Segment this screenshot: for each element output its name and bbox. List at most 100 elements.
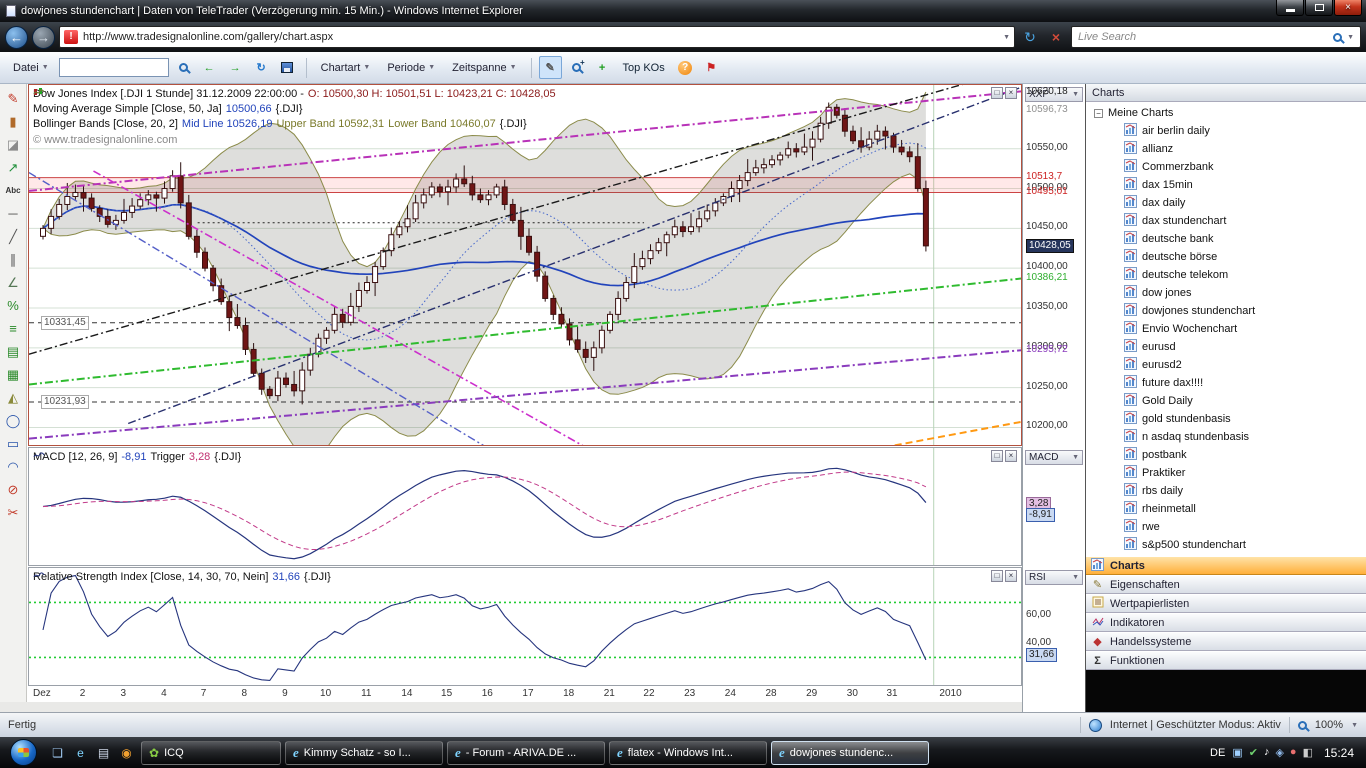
- arc-tool-icon[interactable]: ◠: [1, 455, 25, 478]
- tray-power-icon[interactable]: ◧: [1303, 746, 1313, 759]
- price-panel[interactable]: Dow Jones Index [.DJI 1 Stunde] 31.12.20…: [28, 84, 1022, 446]
- rectangle-tool-icon[interactable]: ▭: [1, 432, 25, 455]
- sidebar-item-deutsche-telekom[interactable]: deutsche telekom: [1086, 266, 1366, 284]
- fib-retracement-tool-icon[interactable]: %: [1, 294, 25, 317]
- zoom-tool-icon[interactable]: +: [565, 56, 588, 79]
- sidebar-item-dax-15min[interactable]: dax 15min: [1086, 176, 1366, 194]
- forward-button[interactable]: →: [32, 26, 55, 49]
- panel-restore-button[interactable]: □: [991, 450, 1003, 462]
- zoom-level[interactable]: 100%: [1315, 719, 1343, 731]
- panel-close-button[interactable]: ×: [1005, 87, 1017, 99]
- language-indicator[interactable]: DE: [1210, 747, 1225, 759]
- sidebar-section-handelssysteme[interactable]: ◆Handelssysteme: [1086, 632, 1366, 651]
- panel-close-button[interactable]: ×: [1005, 570, 1017, 582]
- sidebar-item-dax-daily[interactable]: dax daily: [1086, 194, 1366, 212]
- sidebar-section-charts[interactable]: Charts: [1086, 556, 1366, 575]
- address-dropdown-icon[interactable]: ▼: [1003, 34, 1010, 41]
- sidebar-section-funktionen[interactable]: ΣFunktionen: [1086, 651, 1366, 670]
- sidebar-item-rwe[interactable]: rwe: [1086, 518, 1366, 536]
- arrow-tool-icon[interactable]: ↗: [1, 156, 25, 179]
- sidebar-item-dax-stundenchart[interactable]: dax stundenchart: [1086, 212, 1366, 230]
- refresh-button[interactable]: ↻: [1019, 26, 1041, 48]
- taskbar-window-forum-ariva-de[interactable]: e- Forum - ARIVA.DE ...: [447, 741, 605, 765]
- forbidden-tool-icon[interactable]: ⊘: [1, 478, 25, 501]
- sidebar-item-deutsche-bank[interactable]: deutsche bank: [1086, 230, 1366, 248]
- sidebar-item-allianz[interactable]: allianz: [1086, 140, 1366, 158]
- horizontal-line-tool-icon[interactable]: ─: [1, 202, 25, 225]
- start-button[interactable]: [10, 739, 37, 766]
- bars-tool-icon[interactable]: ▤: [1, 340, 25, 363]
- close-button[interactable]: ×: [1334, 0, 1362, 16]
- macd-panel[interactable]: MACD [12, 26, 9] -8,91 Trigger 3,28 {.DJ…: [28, 447, 1022, 566]
- panel-restore-button[interactable]: □: [991, 570, 1003, 582]
- tray-volume-icon[interactable]: ♪: [1264, 746, 1270, 759]
- rsi-chart-svg[interactable]: [29, 568, 1021, 685]
- help-icon[interactable]: ?: [674, 56, 697, 79]
- toolbar-symbol-input[interactable]: [59, 58, 169, 77]
- channel-tool-icon[interactable]: ∥: [1, 248, 25, 271]
- tray-network-icon[interactable]: ◈: [1275, 746, 1283, 759]
- sidebar-item-dowjones-stundenchart[interactable]: dowjones stundenchart: [1086, 302, 1366, 320]
- quicklaunch-desktop-icon[interactable]: ▤: [93, 742, 114, 763]
- sidebar-item-rheinmetall[interactable]: rheinmetall: [1086, 500, 1366, 518]
- angle-tool-icon[interactable]: ∠: [1, 271, 25, 294]
- search-icon[interactable]: [1333, 33, 1342, 42]
- rsi-axis-dropdown[interactable]: RSI▼: [1025, 570, 1083, 585]
- tray-display-icon[interactable]: ▣: [1232, 746, 1242, 759]
- marker-tool-icon[interactable]: ▮: [1, 110, 25, 133]
- sidebar-item-envio-wochenchart[interactable]: Envio Wochenchart: [1086, 320, 1366, 338]
- pencil-tool-icon[interactable]: ✎: [1, 87, 25, 110]
- sidebar-section-eigenschaften[interactable]: ✎Eigenschaften: [1086, 575, 1366, 594]
- live-search-box[interactable]: Live Search ▼: [1071, 26, 1361, 48]
- sidebar-item-postbank[interactable]: postbank: [1086, 446, 1366, 464]
- rsi-panel[interactable]: Relative Strength Index [Close, 14, 30, …: [28, 567, 1022, 686]
- search-dropdown-icon[interactable]: ▼: [1347, 34, 1354, 41]
- maximize-button[interactable]: [1305, 0, 1333, 16]
- zoom-icon[interactable]: [1298, 721, 1307, 730]
- forward-arrow-icon[interactable]: →: [224, 56, 247, 79]
- tray-security-icon[interactable]: ✔: [1249, 746, 1258, 759]
- flag-icon[interactable]: ⚑: [700, 56, 723, 79]
- minimize-button[interactable]: [1276, 0, 1304, 16]
- panel-close-button[interactable]: ×: [1005, 450, 1017, 462]
- refresh-icon[interactable]: ↻: [250, 56, 273, 79]
- sidebar-item-praktiker[interactable]: Praktiker: [1086, 464, 1366, 482]
- quicklaunch-media-icon[interactable]: ◉: [116, 742, 137, 763]
- sidebar-item-eurusd[interactable]: eurusd: [1086, 338, 1366, 356]
- sidebar-item-future-dax[interactable]: future dax!!!!: [1086, 374, 1366, 392]
- certificate-error-icon[interactable]: !: [64, 30, 78, 44]
- sidebar-item-commerzbank[interactable]: Commerzbank: [1086, 158, 1366, 176]
- eraser-tool-icon[interactable]: ◪: [1, 133, 25, 156]
- taskbar-button-icq[interactable]: ✿ ICQ: [141, 741, 281, 765]
- pitchfork-tool-icon[interactable]: ◭: [1, 386, 25, 409]
- taskbar-window-kimmy-schatz-so-i[interactable]: eKimmy Schatz - so I...: [285, 741, 443, 765]
- crosshair-tool-icon[interactable]: +: [591, 56, 614, 79]
- toolbar-menu-chartart[interactable]: Chartart▼: [314, 58, 378, 78]
- quicklaunch-ie-icon[interactable]: e: [70, 742, 91, 763]
- collapse-icon[interactable]: −: [1094, 109, 1103, 118]
- back-button[interactable]: ←: [5, 26, 28, 49]
- macd-chart-svg[interactable]: [29, 448, 1021, 565]
- sidebar-item-deutsche-b-rse[interactable]: deutsche börse: [1086, 248, 1366, 266]
- sidebar-item-rbs-daily[interactable]: rbs daily: [1086, 482, 1366, 500]
- text-tool-icon[interactable]: Abc: [1, 179, 25, 202]
- trendline-tool-icon[interactable]: ╱: [1, 225, 25, 248]
- search-icon[interactable]: [172, 56, 195, 79]
- sidebar-section-indikatoren[interactable]: Indikatoren: [1086, 613, 1366, 632]
- fib-lines-tool-icon[interactable]: ≡: [1, 317, 25, 340]
- sidebar-item-gold-daily[interactable]: Gold Daily: [1086, 392, 1366, 410]
- toolbar-menu-periode[interactable]: Periode▼: [380, 58, 442, 78]
- sidebar-item-s-p500-stundenchart[interactable]: s&p500 stundenchart: [1086, 536, 1366, 554]
- toolbar-menu-zeitspanne[interactable]: Zeitspanne▼: [445, 58, 523, 78]
- sidebar-item-n-asdaq-stundenbasis[interactable]: n asdaq stundenbasis: [1086, 428, 1366, 446]
- url-text[interactable]: http://www.tradesignalonline.com/gallery…: [83, 31, 998, 43]
- taskbar-clock[interactable]: 15:24: [1320, 746, 1354, 760]
- sidebar-item-eurusd2[interactable]: eurusd2: [1086, 356, 1366, 374]
- toolbar-link-top-kos[interactable]: Top KOs: [617, 62, 671, 74]
- quicklaunch-flip3d-icon[interactable]: ❏: [47, 742, 68, 763]
- grid-tool-icon[interactable]: ▦: [1, 363, 25, 386]
- tray-message-icon[interactable]: ●: [1290, 746, 1297, 759]
- sidebar-item-air-berlin-daily[interactable]: air berlin daily: [1086, 122, 1366, 140]
- tree-root[interactable]: − Meine Charts: [1086, 104, 1366, 122]
- taskbar-window-dowjones-stundenc[interactable]: edowjones stundenc...: [771, 741, 929, 765]
